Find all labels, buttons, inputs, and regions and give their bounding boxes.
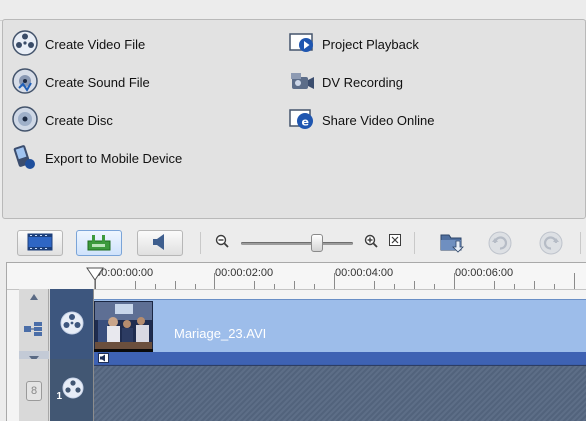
ruler-tick — [554, 284, 555, 289]
share-online-icon: e — [288, 105, 316, 136]
overlay-track-icon: 1 — [56, 376, 85, 405]
ruler-tick — [514, 284, 515, 289]
project-playback-button[interactable]: Project Playback — [288, 30, 419, 58]
scroll-up-icon[interactable] — [29, 289, 39, 304]
fit-to-window-icon — [388, 234, 401, 249]
timeline-icon — [87, 233, 111, 254]
video-track-lane[interactable]: Mariage_23.AVI — [94, 299, 586, 365]
timeline-toolbar — [0, 222, 586, 264]
ruler-label: 00:00:04:00 — [335, 267, 394, 279]
lock-toggle[interactable]: 8 — [26, 381, 42, 401]
storyboard-icon — [27, 233, 53, 254]
clip-strip — [94, 352, 586, 364]
overlay-track-controls: 8 — [19, 359, 49, 421]
audio-view-button[interactable] — [137, 230, 183, 256]
ruler-tick — [195, 284, 196, 289]
video-track-icon — [59, 310, 85, 339]
overlay-track-lane[interactable] — [94, 366, 586, 421]
clip-thumbnail[interactable] — [94, 301, 153, 351]
create-video-file-button[interactable]: Create Video File — [11, 29, 146, 60]
ruler-tick — [374, 281, 375, 289]
create-sound-file-label: Create Sound File — [45, 74, 150, 90]
insert-media-button[interactable] — [438, 230, 468, 256]
disc-icon — [11, 105, 39, 136]
zoom-in-button[interactable] — [363, 234, 379, 250]
ruler-tick — [414, 281, 415, 289]
dv-recording-button[interactable]: DV Recording — [288, 68, 403, 96]
dv-camera-icon — [288, 67, 316, 98]
playback-icon — [288, 29, 316, 60]
toolbar-separator — [580, 232, 581, 254]
video-track-label — [50, 289, 93, 359]
create-sound-file-button[interactable]: Create Sound File — [11, 67, 150, 98]
overlay-track-label: 1 — [50, 359, 93, 421]
speaker-icon — [149, 233, 171, 254]
overlay-track-number: 1 — [56, 391, 63, 402]
ruler-tick — [254, 281, 255, 289]
mobile-device-icon — [11, 143, 39, 174]
create-video-file-label: Create Video File — [45, 36, 146, 52]
ruler-tick — [294, 281, 295, 289]
toolbar-separator — [200, 232, 201, 254]
create-disc-button[interactable]: Create Disc — [11, 105, 113, 136]
zoom-out-icon — [215, 234, 229, 251]
svg-text:e: e — [302, 115, 309, 128]
ruler-tick — [274, 284, 275, 289]
create-disc-label: Create Disc — [45, 112, 113, 128]
undo-button[interactable] — [487, 231, 513, 258]
storyboard-view-button[interactable] — [17, 230, 63, 256]
fit-to-window-button[interactable] — [388, 234, 401, 249]
ruler-tick — [394, 284, 395, 289]
collapse-icon[interactable] — [19, 351, 49, 362]
clip-thumbnail-bar — [94, 349, 153, 352]
zoom-slider-track[interactable] — [241, 242, 353, 245]
toolbar-separator — [414, 232, 415, 254]
folder-download-icon — [439, 230, 467, 257]
ruler-tick — [155, 284, 156, 289]
video-track-controls — [19, 289, 49, 362]
ruler-tick — [175, 281, 176, 289]
redo-button[interactable] — [538, 231, 564, 258]
sound-disc-icon — [11, 67, 39, 98]
zoom-slider-thumb[interactable] — [311, 234, 324, 252]
clip-name: Mariage_23.AVI — [174, 326, 267, 341]
timeline-area: 00:00:00:00 00:00:02:00 00:00:04:00 00:0… — [6, 262, 586, 421]
time-ruler[interactable]: 00:00:00:00 00:00:02:00 00:00:04:00 00:0… — [7, 263, 586, 290]
dv-recording-label: DV Recording — [322, 74, 403, 90]
share-video-online-label: Share Video Online — [322, 112, 435, 128]
ruler-tick — [434, 284, 435, 289]
zoom-out-button[interactable] — [214, 234, 230, 250]
share-video-online-button[interactable]: e Share Video Online — [288, 106, 435, 134]
ruler-tick — [135, 281, 136, 289]
panel-top-strip — [0, 0, 586, 21]
undo-icon — [488, 231, 512, 258]
ruler-label: 00:00:06:00 — [455, 267, 514, 279]
track-ripple-icon[interactable] — [22, 321, 44, 340]
track-header: 8 1 — [19, 289, 94, 421]
ruler-tick — [574, 273, 575, 289]
ruler-tick — [494, 281, 495, 289]
ruler-label: 00:00:02:00 — [215, 267, 274, 279]
ruler-tick — [534, 281, 535, 289]
ruler-tick — [314, 284, 315, 289]
share-panel: Create Video File Create Sound File Crea… — [2, 19, 586, 219]
zoom-in-icon — [364, 234, 378, 251]
clip-audio-icon — [98, 353, 109, 363]
export-to-mobile-device-label: Export to Mobile Device — [45, 150, 183, 166]
export-to-mobile-device-button[interactable]: Export to Mobile Device — [11, 144, 182, 172]
project-playback-label: Project Playback — [322, 36, 419, 52]
redo-icon — [539, 231, 563, 258]
timeline-view-button[interactable] — [76, 230, 122, 256]
film-reel-icon — [11, 29, 39, 60]
